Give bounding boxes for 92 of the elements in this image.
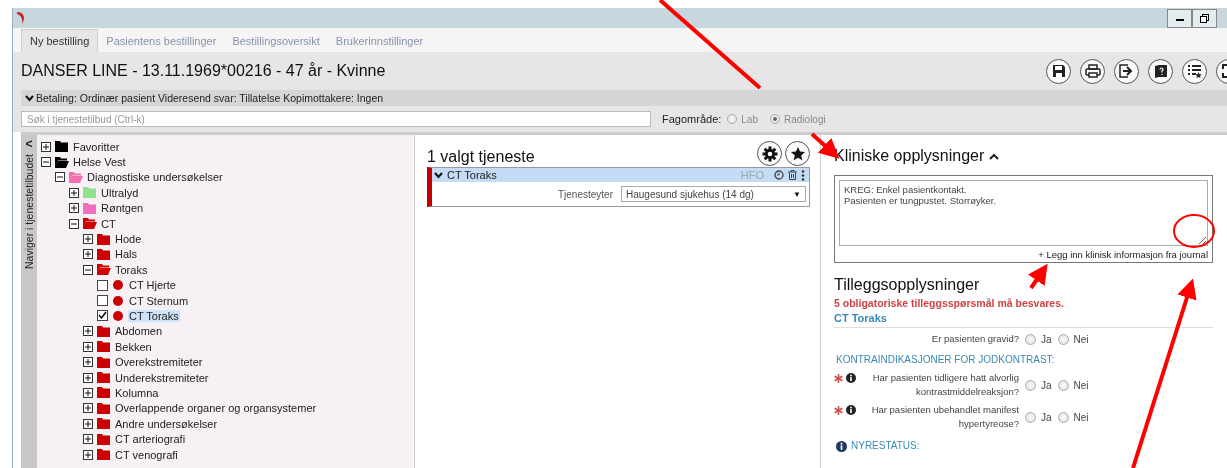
tree-item[interactable]: Ultralyd — [100, 186, 140, 199]
tree-item[interactable]: Favoritter — [72, 140, 121, 153]
tree-item[interactable]: Underekstremiteter — [114, 371, 210, 384]
tree-item[interactable]: Bekken — [114, 340, 153, 353]
info-icon[interactable] — [836, 441, 847, 452]
provider-dropdown[interactable]: Haugesund sjukehus (14 dg) ▼ — [621, 186, 806, 202]
expand-icon[interactable] — [83, 234, 93, 245]
radio-option[interactable]: Nei — [1057, 379, 1089, 391]
chevron-icon[interactable] — [434, 171, 443, 179]
radio-option[interactable]: Ja — [1025, 333, 1052, 345]
service-code: HFO — [740, 169, 764, 181]
service-name: CT Toraks — [447, 169, 498, 181]
tab[interactable]: Ny bestilling — [21, 29, 99, 52]
tree-item[interactable]: Toraks — [114, 263, 149, 276]
tree-item[interactable]: Kolumna — [114, 386, 160, 399]
annotation-circle — [1173, 214, 1215, 248]
restore-icon[interactable] — [1200, 13, 1209, 23]
tree-item[interactable]: CT Toraks — [128, 310, 180, 322]
warning-text: 5 obligatoriske tilleggsspørsmål må besvares. — [834, 297, 1065, 309]
app-logo-icon — [15, 11, 27, 25]
collapse-icon[interactable]: < — [25, 138, 33, 150]
question-text: Har pasienten ubehandlet manifest hypertyreose? — [870, 403, 1019, 431]
minimize-button[interactable] — [1167, 8, 1192, 28]
exit-icon[interactable] — [1114, 58, 1139, 84]
question-text: Er pasienten gravid? — [931, 332, 1019, 346]
clock-icon[interactable] — [774, 170, 784, 180]
tree-item[interactable]: Helse Vest — [72, 156, 127, 169]
expand-icon[interactable] — [69, 203, 79, 214]
selected-services-title: 1 valgt tjeneste — [427, 148, 535, 166]
save-icon[interactable] — [1046, 58, 1071, 84]
restore-button[interactable] — [1192, 8, 1217, 28]
checkbox[interactable] — [97, 279, 108, 291]
checkbox[interactable] — [97, 310, 108, 322]
tree-item[interactable]: CT Hjerte — [128, 279, 177, 292]
expand-icon[interactable] — [83, 434, 93, 445]
info-icon[interactable] — [846, 373, 856, 383]
info-icon[interactable] — [846, 405, 856, 415]
trash-icon[interactable] — [788, 170, 797, 180]
side-tab-label: Naviger i tjenestetilbudet — [23, 154, 35, 269]
clinical-info-field[interactable]: KREG: Enkel pasientkontakt. Pasienten er tungpustet. Storrøyker. — [839, 180, 1208, 246]
collapse-icon[interactable] — [69, 218, 79, 229]
provider-label: Tjenesteyter — [557, 188, 613, 200]
expand-icon[interactable] — [83, 403, 93, 414]
expand-icon[interactable] — [41, 141, 51, 152]
tree-item[interactable]: Abdomen — [114, 325, 164, 338]
tree-item[interactable]: Overekstremiteter — [114, 356, 204, 369]
navigation-side-tab[interactable]: < Naviger i tjenestetilbudet — [21, 135, 37, 468]
radio-option[interactable]: Nei — [1057, 333, 1089, 345]
expand-icon[interactable] — [83, 387, 93, 398]
radio-option[interactable]: Ja — [1025, 379, 1052, 391]
chevron-icon[interactable] — [989, 152, 1000, 160]
expand-icon[interactable] — [83, 326, 93, 337]
help-book-icon[interactable] — [1148, 58, 1173, 84]
tree-item[interactable]: CT venografi — [114, 448, 179, 461]
tree-item[interactable]: CT — [100, 217, 117, 230]
journal-link[interactable]: + Legg inn klinisk informasjon fra journal — [1038, 249, 1208, 260]
payment-bar[interactable]: Betaling: Ordinær pasient Videresend svar: Tillatelse Kopimottakere: Ingen — [21, 90, 1227, 106]
checkbox[interactable] — [97, 295, 108, 307]
tree-item[interactable]: Overlappende organer og organsystemer — [114, 402, 318, 415]
additional-info-title: Tilleggsopplysninger — [834, 276, 980, 294]
tree-item[interactable]: CT Sternum — [128, 294, 190, 307]
expand-icon[interactable] — [83, 372, 93, 383]
settings-icon[interactable] — [757, 141, 782, 166]
section-heading: KONTRAINDIKASJONER FOR JODKONTRAST: — [836, 354, 1055, 365]
annotation-arrow — [1028, 263, 1048, 290]
radio-option[interactable]: Nei — [1057, 411, 1089, 423]
question-text: Har pasienten tidligere hatt alvorlig kontrastmiddelreaksjon? — [871, 371, 1019, 399]
expand-icon[interactable] — [69, 187, 79, 198]
expand-icon[interactable] — [83, 249, 93, 260]
expand-icon[interactable] — [83, 357, 93, 368]
payment-summary: Betaling: Ordinær pasient Videresend svar: Tillatelse Kopimottakere: Ingen — [36, 92, 384, 104]
tree-item[interactable]: Hode — [114, 233, 143, 246]
service-header[interactable]: CT Toraks HFO — [432, 168, 809, 182]
tree-item[interactable]: CT arteriografi — [114, 433, 187, 446]
patient-title: DANSER LINE - 13.11.1969*00216 - 47 år - Kvinne — [21, 62, 386, 80]
radio-option[interactable]: Ja — [1025, 411, 1052, 423]
tree-item[interactable]: Diagnostiske undersøkelser — [86, 171, 224, 184]
collapse-icon[interactable] — [41, 157, 51, 168]
search-field[interactable]: Søk i tjenestetilbud (Ctrl-k) — [21, 111, 651, 127]
collapse-icon[interactable] — [55, 172, 65, 183]
expand-icon[interactable] — [83, 418, 93, 429]
tree-item[interactable]: Andre undersøkelser — [114, 417, 219, 430]
expand-icon[interactable] — [83, 449, 93, 460]
print-icon[interactable] — [1080, 58, 1105, 84]
fagomrade-label: Fagområde: — [662, 113, 722, 125]
tree-item[interactable]: Hals — [114, 248, 138, 261]
collapse-icon[interactable] — [83, 264, 93, 275]
tree-item[interactable]: Røntgen — [100, 202, 145, 215]
service-heading: CT Toraks — [834, 312, 1213, 328]
more-options-icon[interactable] — [801, 169, 805, 181]
section-heading: NYRESTATUS: — [851, 440, 920, 451]
expand-icon[interactable] — [83, 341, 93, 352]
